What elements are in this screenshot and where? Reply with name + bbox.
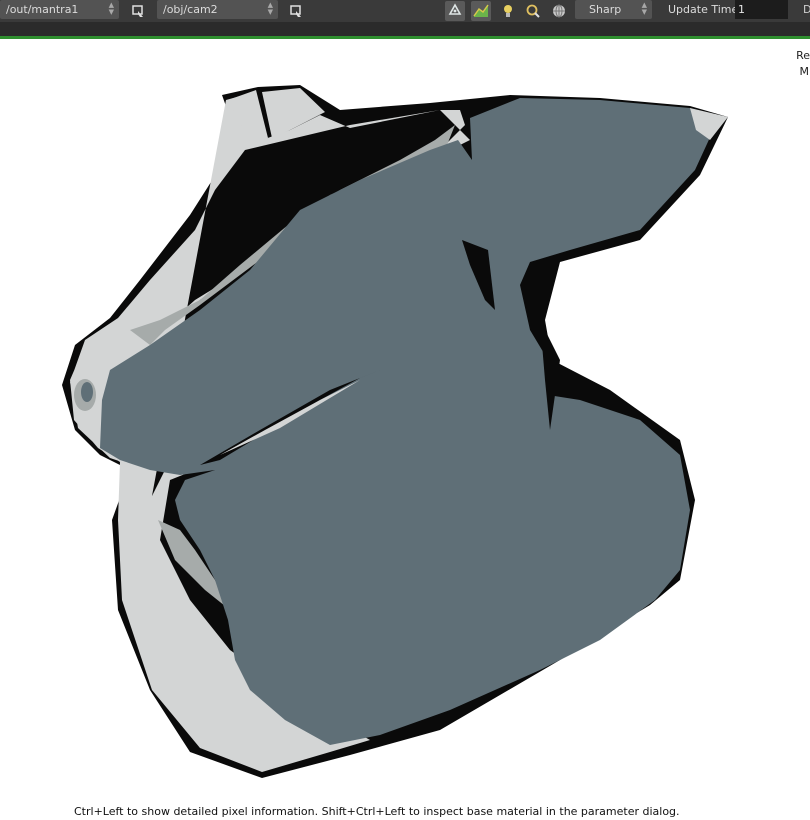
pin-icon[interactable] (129, 2, 147, 20)
toolbar-overflow-label: D (803, 3, 810, 16)
magnifier-icon[interactable] (524, 2, 542, 20)
pig-nostril-inner (81, 382, 93, 402)
light-bulb-icon[interactable] (499, 2, 517, 20)
recycle-icon[interactable] (445, 1, 465, 21)
side-panel-line-2: M (799, 65, 810, 78)
update-time-input[interactable]: 1 (735, 0, 788, 19)
toolbar-separator (0, 22, 810, 36)
rendered-pig-head-image (62, 85, 728, 778)
filter-mode-dropdown[interactable]: Sharp ▲ ▼ (575, 0, 652, 19)
side-panel-line-1: Re (796, 49, 810, 62)
map-icon[interactable] (471, 1, 491, 21)
output-driver-dropdown[interactable]: /out/mantra1 ▲ ▼ (0, 0, 119, 19)
output-driver-label: /out/mantra1 (6, 3, 79, 16)
filter-mode-label: Sharp (589, 3, 622, 16)
pin-icon[interactable] (287, 2, 305, 20)
chevron-updown-icon: ▲ ▼ (108, 1, 114, 16)
camera-label: /obj/cam2 (163, 3, 218, 16)
camera-dropdown[interactable]: /obj/cam2 ▲ ▼ (157, 0, 278, 19)
render-viewport[interactable] (0, 39, 810, 816)
chevron-updown-icon: ▲ ▼ (641, 1, 647, 16)
sphere-icon[interactable] (550, 2, 568, 20)
status-hint-text: Ctrl+Left to show detailed pixel informa… (74, 805, 680, 818)
chevron-updown-icon: ▲ ▼ (267, 1, 273, 16)
update-time-label: Update Time (668, 3, 739, 16)
render-view-toolbar: /out/mantra1 ▲ ▼ /obj/cam2 ▲ ▼ Sharp ▲ ▼… (0, 0, 810, 23)
